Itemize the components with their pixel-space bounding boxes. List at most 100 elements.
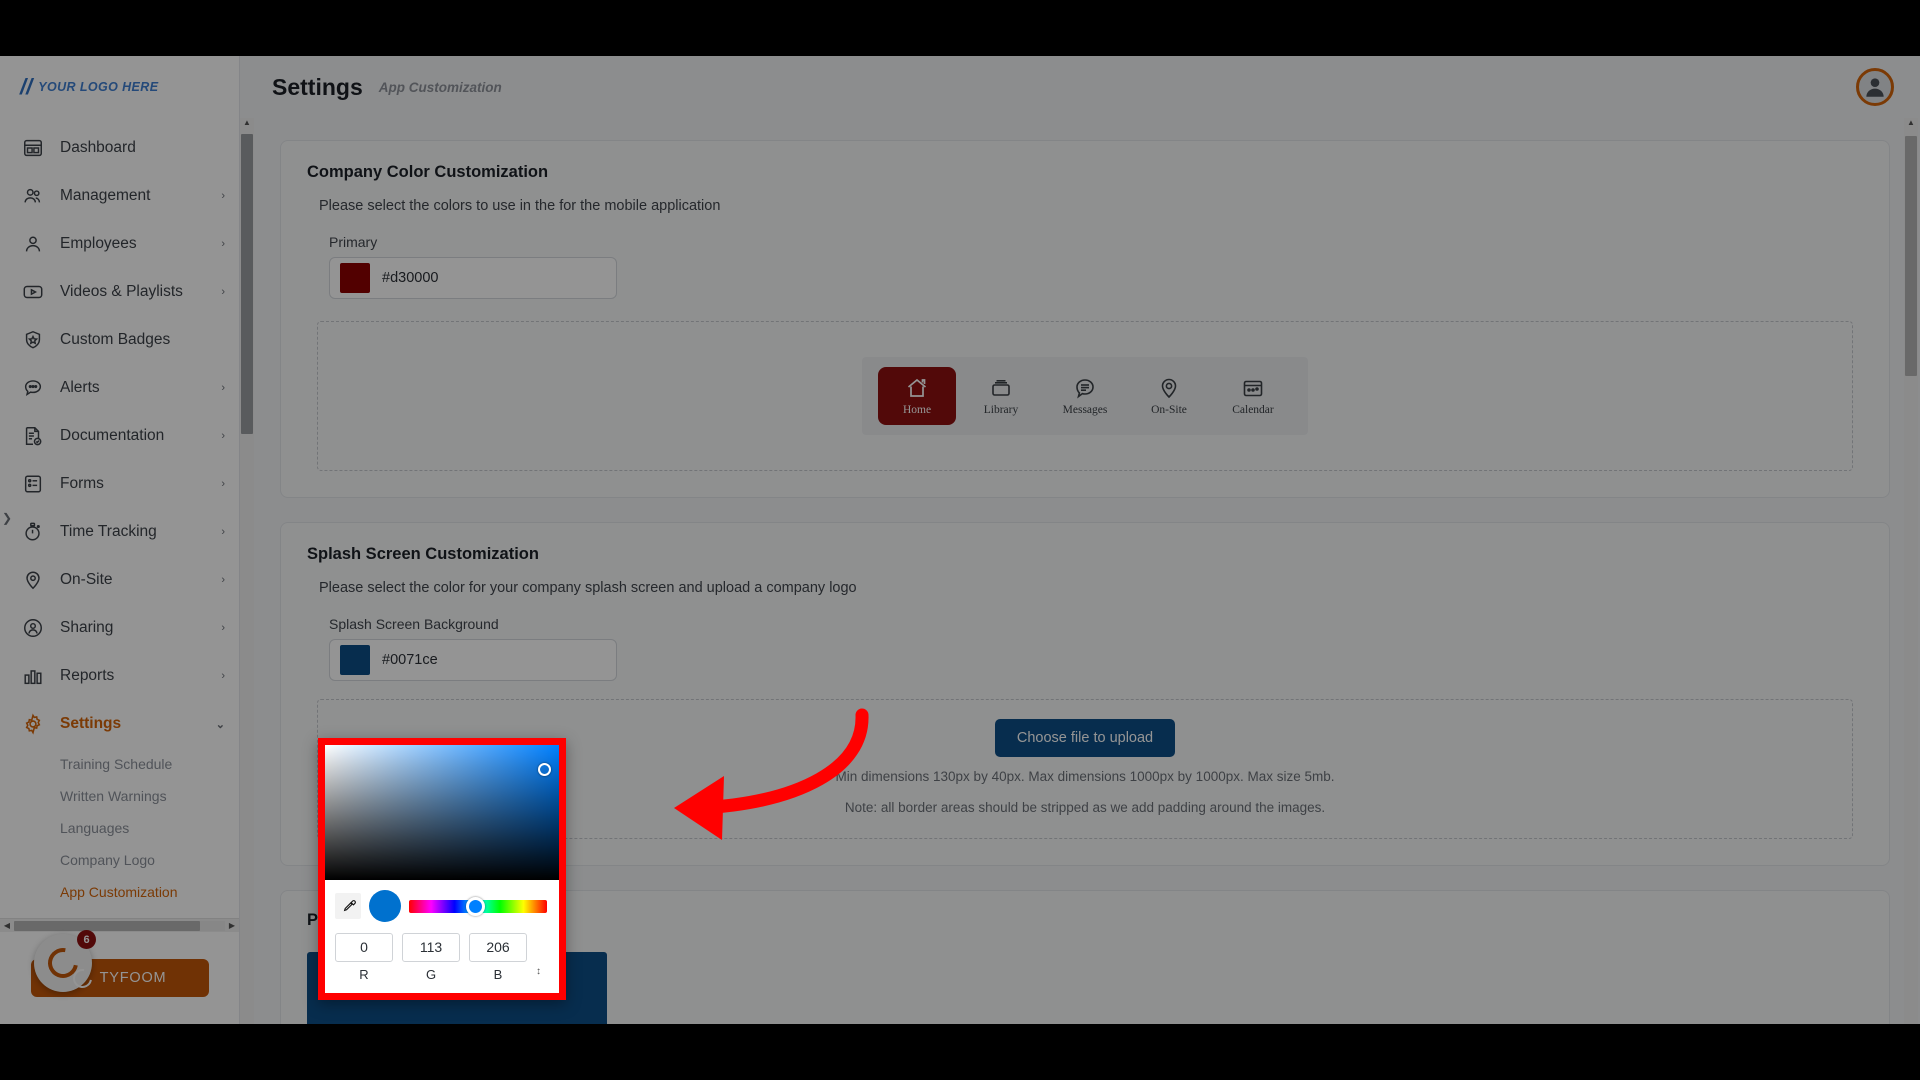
sidebar-item-alerts[interactable]: Alerts › [0,364,239,412]
mobile-preview-area: Home Library Messages [317,321,1853,471]
green-input[interactable]: 113 [402,933,460,962]
home-icon [904,376,930,400]
avatar[interactable] [1856,68,1894,106]
preview-tab-home[interactable]: Home [878,367,956,425]
mobile-nav-preview: Home Library Messages [862,357,1308,435]
sidebar-item-time-tracking[interactable]: Time Tracking › [0,508,239,556]
sidebar-subitem-app-customization[interactable]: App Customization [0,876,239,908]
brand-logo[interactable]: // YOUR LOGO HERE [0,56,239,118]
scroll-left-icon[interactable]: ◀ [0,921,14,930]
application-window: // YOUR LOGO HERE Dashboard Ma [0,56,1920,1024]
content-vertical-scrollbar[interactable]: ▲ [1904,118,1918,1024]
top-bar: Settings App Customization [240,56,1920,118]
sidebar-item-label: On-Site [60,571,217,589]
management-icon [20,183,46,209]
scrollbar-thumb[interactable] [14,921,200,931]
badge-icon [20,327,46,353]
card-subtitle: Please select the color for your company… [319,580,1863,596]
employees-icon [20,231,46,257]
preview-tab-label: On-Site [1151,404,1187,416]
sidebar-item-custom-badges[interactable]: Custom Badges [0,316,239,364]
sidebar-item-sharing[interactable]: Sharing › [0,604,239,652]
preview-tab-label: Calendar [1232,404,1274,416]
sidebar-collapse-icon[interactable]: ❯ [2,511,12,525]
preview-tab-calendar[interactable]: Calendar [1214,367,1292,425]
sidebar-item-label: Time Tracking [60,523,217,541]
scroll-right-icon[interactable]: ▶ [225,921,239,930]
help-badge-count: 6 [77,930,96,949]
sidebar-horizontal-scrollbar[interactable]: ◀ ▶ [0,918,239,932]
sidebar-item-forms[interactable]: Forms › [0,460,239,508]
location-pin-icon [1156,376,1182,400]
saturation-value-area[interactable] [325,745,559,880]
rgb-cell-b: 206 B [469,933,527,982]
forms-icon [20,471,46,497]
stepper-icon[interactable]: ↕ [536,967,541,977]
preview-tab-library[interactable]: Library [962,367,1040,425]
sidebar-item-settings[interactable]: Settings ⌄ [0,700,239,748]
rgb-inputs-row: 0 R 113 G 206 B ↕ [335,933,547,982]
upload-note-line-1: Min dimensions 130px by 40px. Max dimens… [835,767,1334,788]
current-color-swatch [369,890,401,922]
upload-note-line-2: Note: all border areas should be strippe… [845,798,1325,819]
tyfoom-label: TYFOOM [100,970,167,986]
sidebar-item-reports[interactable]: Reports › [0,652,239,700]
rgb-cell-r: 0 R [335,933,393,982]
card-title: Splash Screen Customization [307,545,1863,564]
sidebar-item-on-site[interactable]: On-Site › [0,556,239,604]
preview-tab-messages[interactable]: Messages [1046,367,1124,425]
green-label: G [402,967,460,982]
chevron-right-icon: › [221,430,225,442]
primary-color-input[interactable]: #d30000 [329,257,617,299]
color-picker-popup[interactable]: 0 R 113 G 206 B ↕ [318,738,566,1000]
saturation-handle[interactable] [538,763,551,776]
blue-label: B [469,967,527,982]
splash-bg-color-input[interactable]: #0071ce [329,639,617,681]
hue-slider[interactable] [409,900,547,913]
preview-tab-label: Home [903,404,931,416]
sidebar-footer: 6 TYFOOM [0,932,239,1024]
sidebar-subitem-label: App Customization [60,884,178,900]
hue-slider-handle[interactable] [466,897,485,916]
card-title: Company Color Customization [307,163,1863,182]
sidebar-item-dashboard[interactable]: Dashboard [0,124,239,172]
sidebar-subitem-training-schedule[interactable]: Training Schedule [0,748,239,780]
color-picker-controls: 0 R 113 G 206 B ↕ [325,880,559,990]
dashboard-icon [20,135,46,161]
sidebar-subitem-label: Training Schedule [60,756,172,772]
blue-input[interactable]: 206 [469,933,527,962]
scrollbar-track[interactable] [14,921,225,931]
primary-color-swatch[interactable] [340,263,370,293]
splash-bg-label: Splash Screen Background [329,616,1863,632]
splash-bg-color-swatch[interactable] [340,645,370,675]
sidebar-item-employees[interactable]: Employees › [0,220,239,268]
chevron-right-icon: › [221,622,225,634]
gear-icon [20,711,46,737]
scrollbar-thumb[interactable] [1905,136,1917,376]
video-icon [20,279,46,305]
sidebar: // YOUR LOGO HERE Dashboard Ma [0,56,240,1024]
primary-color-value: #d30000 [382,270,438,286]
sidebar-subitem-label: Company Logo [60,852,155,868]
sidebar-subitem-label: Languages [60,820,129,836]
scroll-up-icon[interactable]: ▲ [1904,118,1918,132]
sidebar-subitem-written-warnings[interactable]: Written Warnings [0,780,239,812]
logo-text: YOUR LOGO HERE [38,80,158,94]
preview-tab-label: Messages [1063,404,1108,416]
sidebar-subitem-languages[interactable]: Languages [0,812,239,844]
chevron-right-icon: › [221,238,225,250]
chevron-right-icon: › [221,382,225,394]
sidebar-subitem-company-logo[interactable]: Company Logo [0,844,239,876]
red-input[interactable]: 0 [335,933,393,962]
sidebar-item-label: Custom Badges [60,331,225,349]
eyedropper-icon[interactable] [335,893,361,919]
breadcrumb: App Customization [379,80,502,95]
sidebar-nav: Dashboard Management › Employees › [0,118,239,918]
sidebar-item-videos-playlists[interactable]: Videos & Playlists › [0,268,239,316]
preview-tab-on-site[interactable]: On-Site [1130,367,1208,425]
chevron-down-icon: ⌄ [216,718,225,731]
sidebar-item-label: Dashboard [60,139,225,157]
sidebar-item-documentation[interactable]: Documentation › [0,412,239,460]
choose-file-button[interactable]: Choose file to upload [995,719,1175,757]
sidebar-item-management[interactable]: Management › [0,172,239,220]
